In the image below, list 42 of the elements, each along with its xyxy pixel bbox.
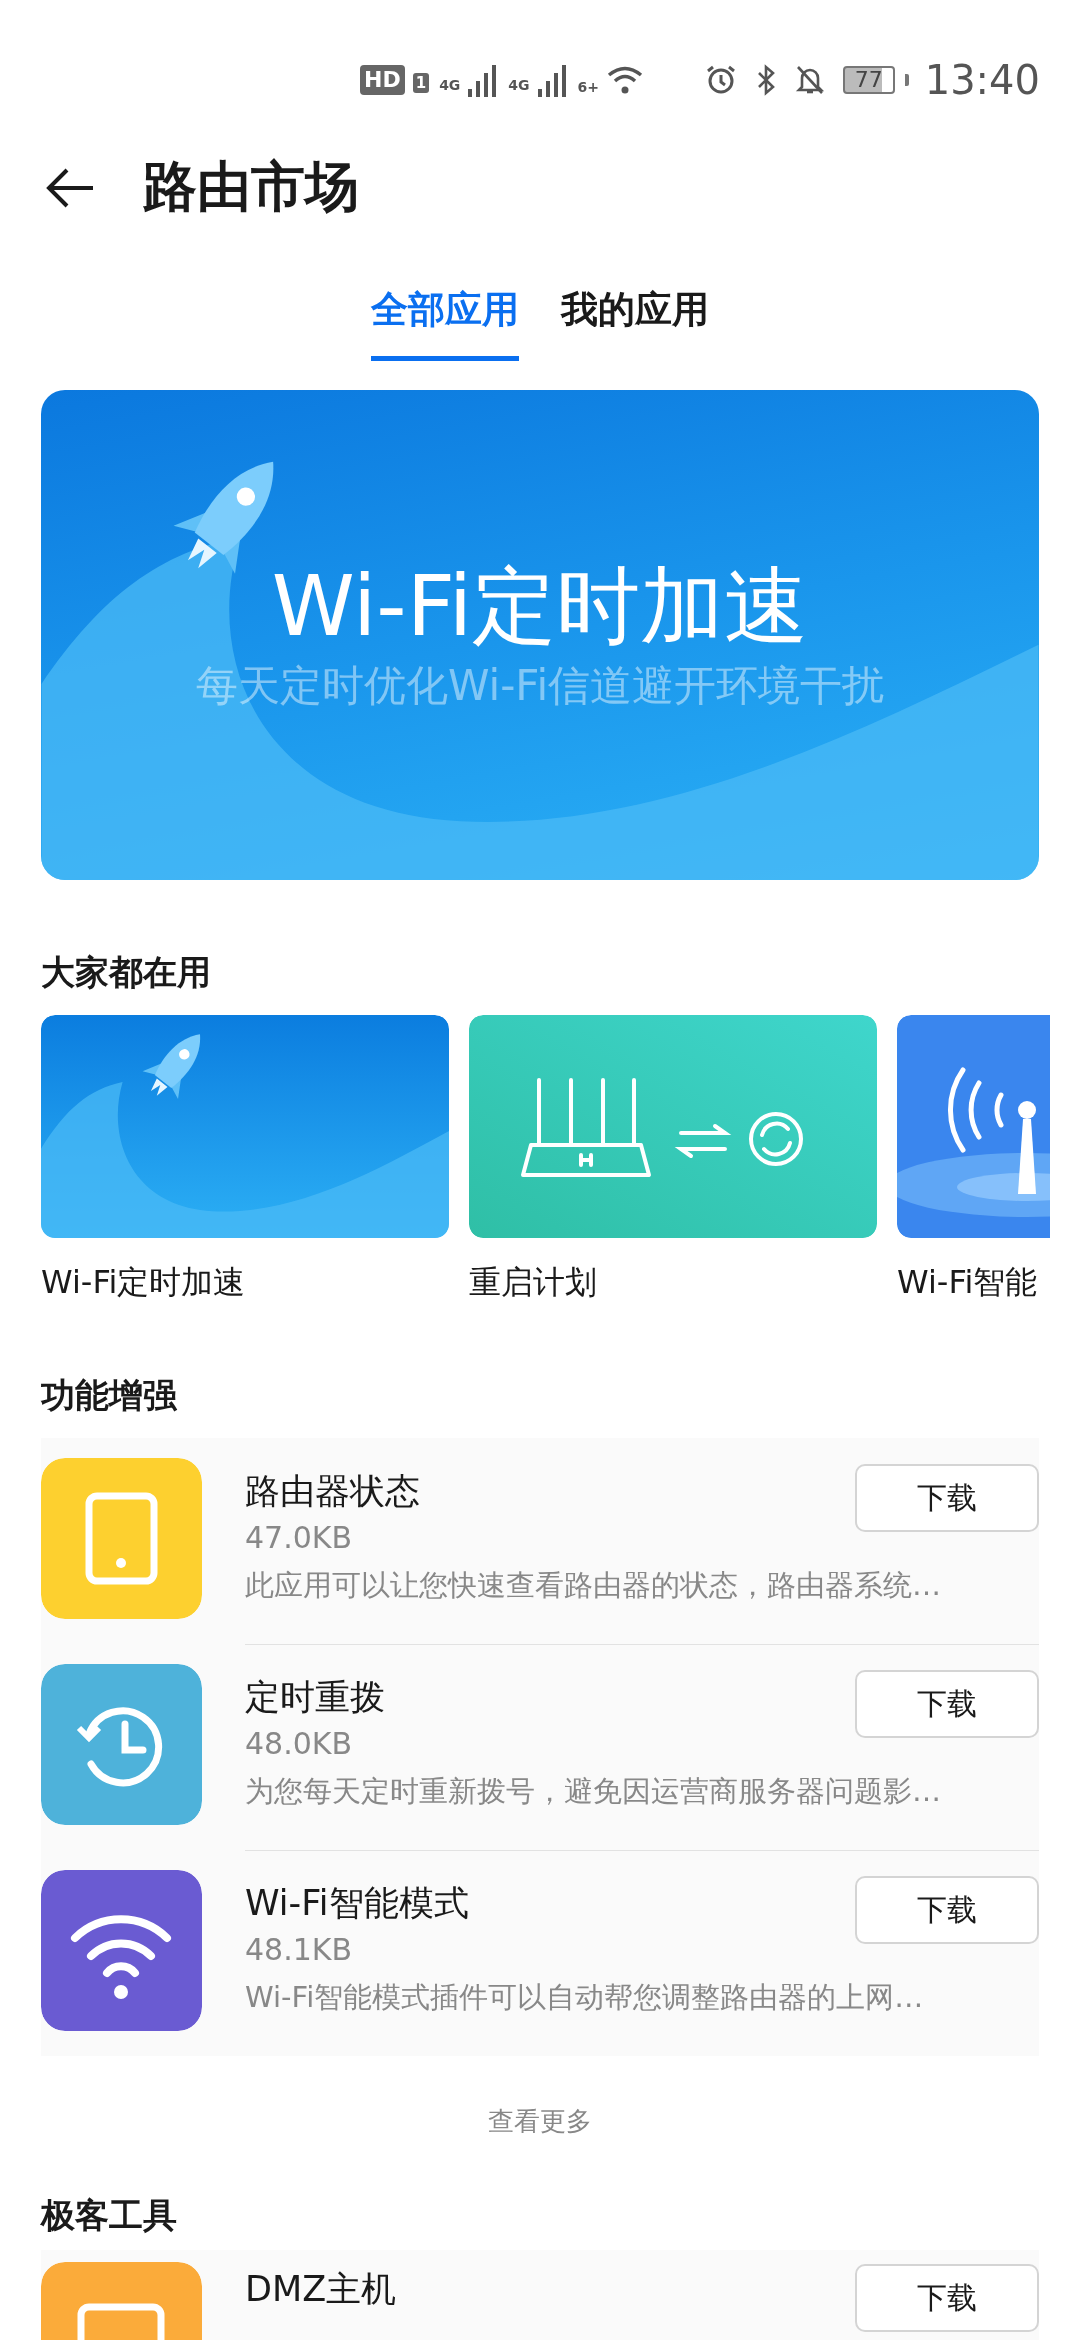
app-description: 此应用可以让您快速查看路由器的状态，路由器系统… xyxy=(245,1567,941,1604)
app-description: Wi-Fi智能模式插件可以自动帮您调整路由器的上网… xyxy=(245,1979,924,2016)
back-arrow-icon[interactable] xyxy=(45,167,95,208)
clock-time: 13:40 xyxy=(924,57,1040,103)
wifi-standard-label: 6+ xyxy=(577,79,600,95)
app-name: 路由器状态 xyxy=(245,1470,420,1513)
tab[interactable]: 我的应用 xyxy=(561,273,709,361)
download-button[interactable]: 下载 xyxy=(855,1464,1039,1532)
router-drawing[interactable] xyxy=(469,1015,877,1238)
muted-bell-icon xyxy=(794,64,825,96)
rocket-drawing[interactable] xyxy=(41,1015,449,1238)
network-label: 4G xyxy=(439,77,461,93)
signal-icon xyxy=(537,63,568,97)
sim-slot-badge: 1 xyxy=(412,73,430,93)
download-button[interactable]: 下载 xyxy=(855,1876,1039,1944)
antenna-drawing[interactable] xyxy=(897,1015,1050,1238)
battery-icon: 77 xyxy=(842,66,895,94)
hd-badge: HD xyxy=(360,65,405,95)
card-label: 重启计划 xyxy=(469,1262,598,1303)
app-name: Wi-Fi智能模式 xyxy=(245,1882,469,1925)
app-name: DMZ主机 xyxy=(245,2268,397,2311)
app-size: 48.1KB xyxy=(245,1931,353,1969)
banner-subtitle: 每天定时优化Wi-Fi信道避开环境干扰 xyxy=(195,660,885,712)
section-title: 功能增强 xyxy=(41,1374,178,1417)
banner-title: Wi-Fi定时加速 xyxy=(271,558,809,654)
alarm-icon xyxy=(704,64,737,96)
see-more-link[interactable]: 查看更多 xyxy=(482,2102,598,2140)
section-title: 大家都在用 xyxy=(41,951,212,994)
wifi-icon xyxy=(607,65,644,95)
network-label: 4G xyxy=(508,77,530,93)
section-title: 极客工具 xyxy=(41,2194,178,2237)
tab[interactable]: 全部应用 xyxy=(371,273,519,361)
signal-icon xyxy=(468,63,499,97)
app-size: 47.0KB xyxy=(245,1519,353,1557)
app-name: 定时重拨 xyxy=(245,1676,385,1719)
card-label: Wi-Fi智能 xyxy=(897,1262,1039,1303)
card-label: Wi-Fi定时加速 xyxy=(41,1262,247,1303)
download-button[interactable]: 下载 xyxy=(855,1670,1039,1738)
app-size: 48.0KB xyxy=(245,1725,353,1763)
page-title: 路由市场 xyxy=(143,154,359,220)
download-button[interactable]: 下载 xyxy=(855,2264,1039,2332)
app-description: 为您每天定时重新拨号，避免因运营商服务器问题影… xyxy=(245,1773,941,1810)
